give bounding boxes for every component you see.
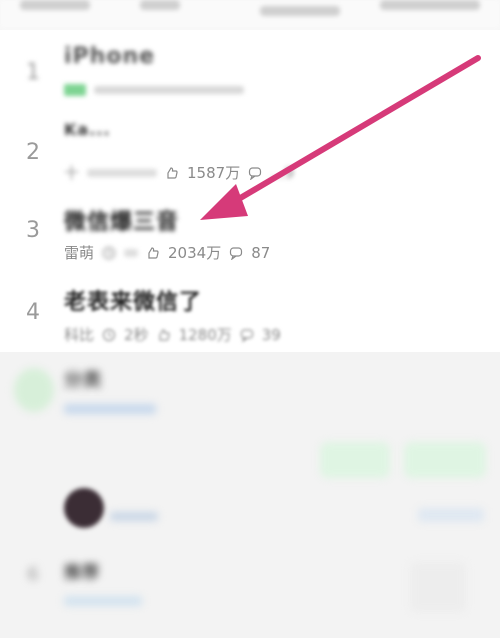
top-tab-1[interactable]	[20, 0, 90, 10]
like-icon	[158, 328, 170, 341]
comment-icon	[240, 328, 253, 342]
item-title: Ka...	[64, 120, 111, 139]
action-button-2[interactable]	[404, 442, 486, 478]
like-count: 1280万	[178, 326, 232, 344]
item-meta	[64, 84, 244, 96]
avatar[interactable]	[64, 488, 104, 528]
lower-section: 分类 6 推荐	[0, 352, 500, 638]
list-item[interactable]: 1 iPhone	[0, 30, 500, 111]
top-tab-2[interactable]	[140, 0, 180, 10]
item-title: 老表来微信了	[64, 290, 203, 315]
rank-number: 3	[26, 218, 40, 243]
item-meta: 雷萌 2034万 87	[64, 242, 270, 263]
item-link[interactable]	[64, 404, 156, 414]
author-link[interactable]	[110, 512, 158, 521]
comment-count: 39	[261, 325, 281, 344]
item-link[interactable]	[64, 596, 142, 606]
rank-number: 6	[27, 564, 39, 585]
item-title: iPhone	[64, 44, 156, 69]
author-name: 科比	[64, 326, 95, 344]
item-meta: 科比 2秒 1280万 39	[64, 324, 281, 345]
comment-count: ...9	[270, 163, 295, 182]
comment-icon	[230, 246, 243, 260]
like-icon	[148, 246, 159, 259]
green-indicator	[14, 368, 54, 412]
action-button-1[interactable]	[320, 442, 390, 478]
top-tab-3[interactable]	[260, 6, 340, 16]
top-tab-4[interactable]	[380, 0, 480, 10]
clock-icon	[102, 246, 116, 259]
item-meta: 十 1587万 ...9	[64, 162, 294, 183]
comment-count: 87	[251, 243, 271, 262]
rank-number: 1	[26, 60, 40, 85]
top-tab-bar	[0, 0, 500, 28]
list-item[interactable]: 2 Ka... 十 1587万 ...9	[0, 110, 500, 191]
like-count: 2034万	[168, 244, 222, 262]
author-name: 十	[64, 164, 80, 182]
comment-icon	[249, 166, 262, 180]
rank-number: 2	[26, 140, 40, 165]
thumbnail[interactable]	[410, 562, 466, 612]
clock-icon	[102, 328, 116, 341]
time-ago: 2秒	[124, 326, 149, 344]
like-count: 1587万	[187, 164, 241, 182]
item-title: 推荐	[64, 563, 100, 583]
list-item[interactable]: 3 微信爆三音 雷萌 2034万 87	[0, 190, 500, 271]
author-name: 雷萌	[64, 244, 95, 262]
rank-number: 4	[26, 300, 40, 325]
follow-link[interactable]	[418, 508, 484, 522]
item-title: 分类	[64, 370, 102, 391]
tag-badge	[64, 84, 86, 96]
like-icon	[167, 166, 178, 179]
item-title: 微信爆三音	[64, 210, 180, 235]
list-item[interactable]: 4 老表来微信了 科比 2秒 1280万 39	[0, 270, 500, 353]
